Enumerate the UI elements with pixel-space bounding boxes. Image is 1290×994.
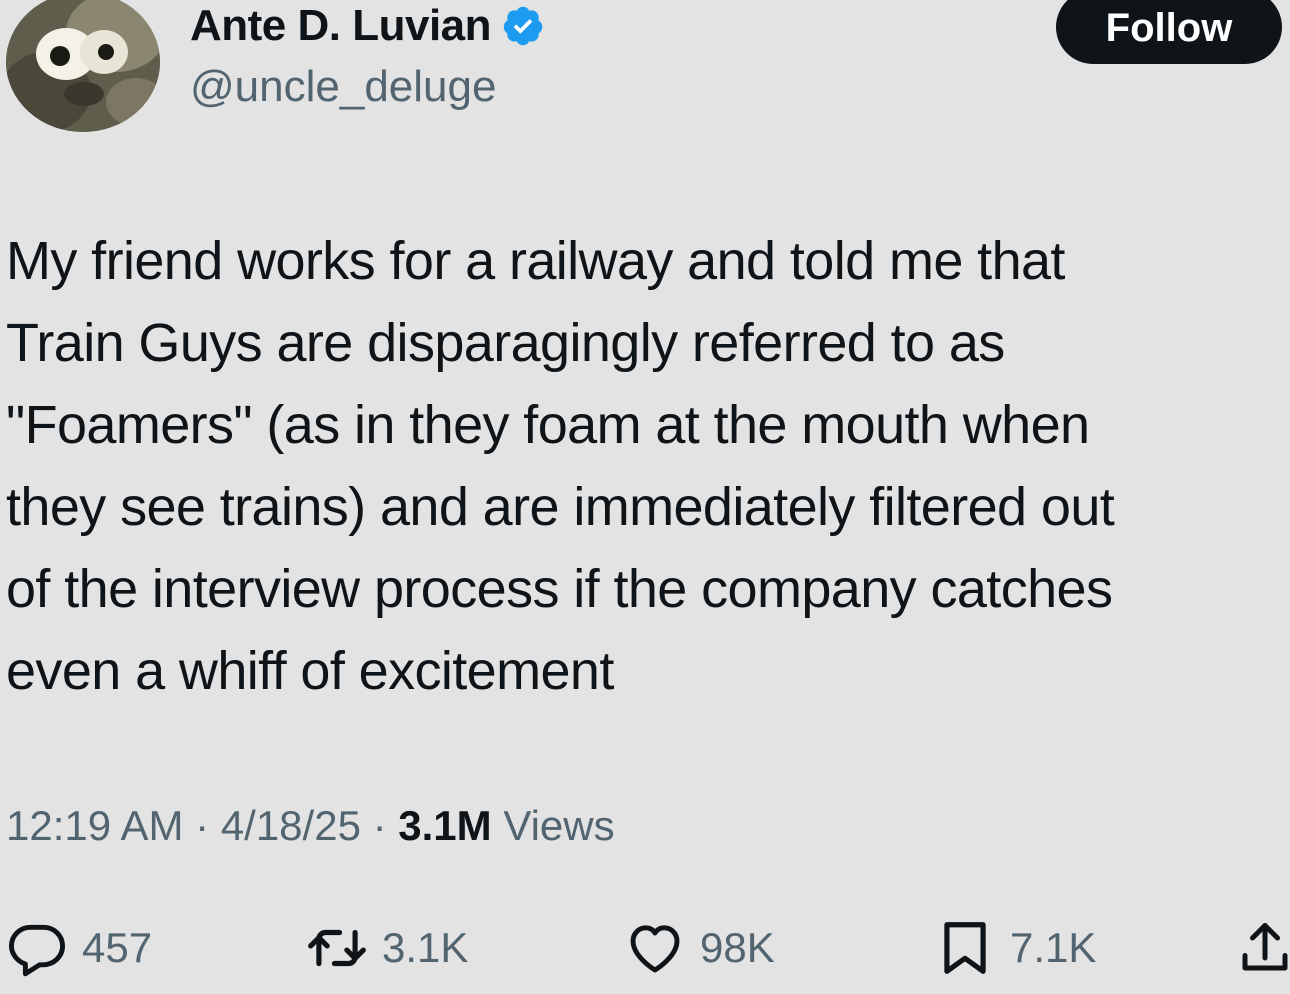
follow-button[interactable]: Follow	[1056, 0, 1282, 64]
author-display-name[interactable]: Ante D. Luvian	[190, 0, 492, 54]
like-count: 98K	[700, 924, 775, 971]
like-button[interactable]: 98K	[624, 912, 775, 984]
meta-separator: ·	[360, 802, 399, 849]
tweet-date[interactable]: 4/18/25	[221, 802, 361, 849]
repost-icon	[308, 929, 366, 967]
tweet-text-line: My friend works for a railway and told m…	[6, 231, 1065, 291]
heart-icon	[630, 925, 680, 973]
meta-separator: ·	[183, 802, 221, 849]
tweet-text-line: they see trains) and are immediately fil…	[6, 477, 1115, 537]
repost-button[interactable]: 3.1K	[306, 912, 468, 984]
tweet-meta: 12:19 AM · 4/18/25 · 3.1M Views	[6, 798, 615, 854]
reply-button[interactable]: 457	[6, 912, 152, 984]
tweet-text-line: of the interview process if the company …	[6, 559, 1113, 619]
tweet-text-line: "Foamers" (as in they foam at the mouth …	[6, 395, 1090, 455]
tweet-text: My friend works for a railway and told m…	[6, 220, 1288, 712]
tweet-text-line: even a whiff of excitement	[6, 641, 614, 701]
share-icon	[1242, 923, 1288, 971]
author-handle[interactable]: @uncle_deluge	[190, 62, 496, 112]
tweet-time[interactable]: 12:19 AM	[6, 802, 183, 849]
views-label: Views	[503, 802, 615, 849]
bookmark-button[interactable]: 7.1K	[934, 912, 1096, 984]
views-count: 3.1M	[398, 802, 492, 849]
verified-badge-icon	[503, 6, 543, 46]
bookmark-icon	[944, 922, 986, 974]
avatar-image	[6, 0, 160, 132]
tweet-actions: 457 3.1K 98K 7.1K	[0, 912, 1290, 984]
tweet-text-line: Train Guys are disparagingly referred to…	[6, 313, 1005, 373]
avatar[interactable]	[6, 0, 160, 132]
bookmark-count: 7.1K	[1010, 924, 1097, 971]
reply-icon	[8, 924, 66, 977]
author-name-row: Ante D. Luvian	[190, 0, 545, 54]
repost-count: 3.1K	[382, 924, 469, 971]
reply-count: 457	[82, 924, 153, 971]
share-button[interactable]	[1240, 912, 1290, 984]
